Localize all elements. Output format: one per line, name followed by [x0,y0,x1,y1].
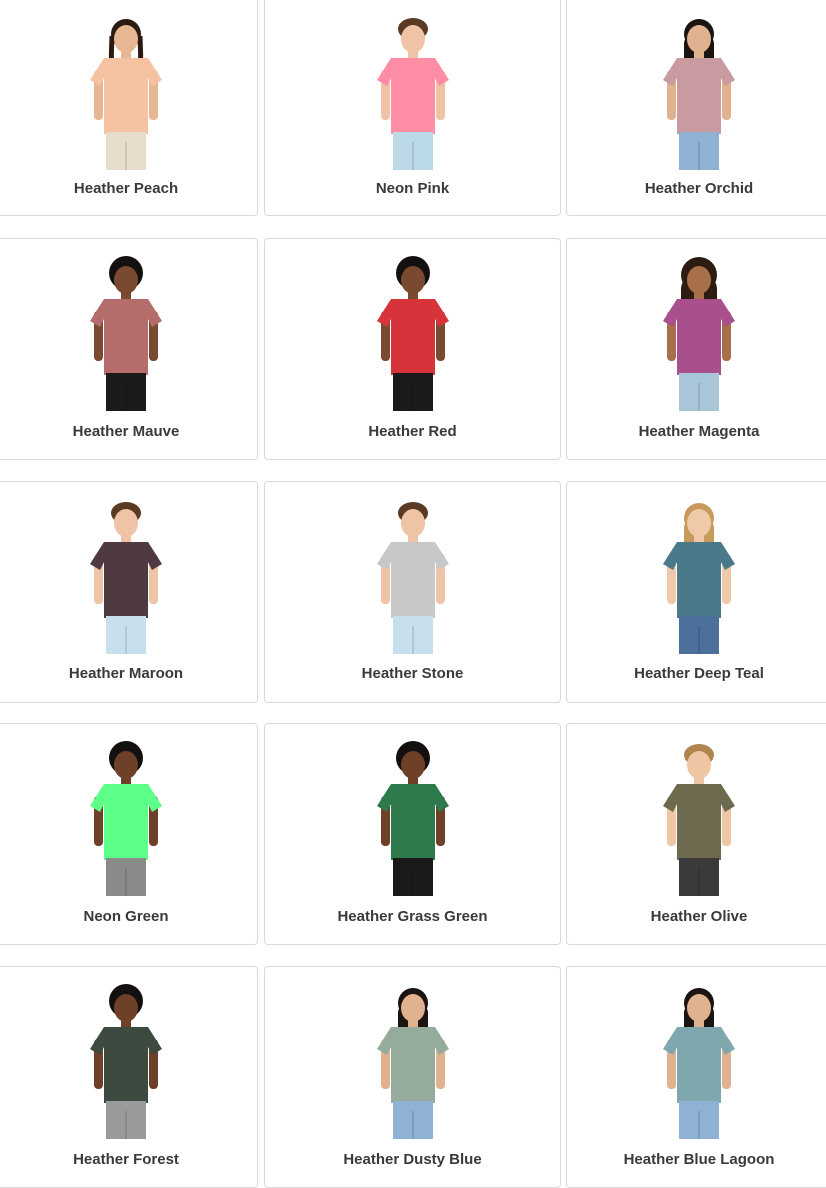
swatch-card[interactable]: Heather Orchid [566,0,826,216]
model-photo [376,741,449,896]
swatch-label: Heather Stone [361,665,464,682]
model-photo [663,988,735,1139]
swatch-card[interactable]: Heather Maroon [0,481,258,703]
swatch-label: Heather Dusty Blue [343,1151,482,1168]
swatch-card[interactable]: Heather Grass Green [264,723,561,945]
color-swatch-grid: Heather Peach Neon Pink Heather Orchid H… [0,0,826,1188]
swatch-card[interactable]: Heather Blue Lagoon [566,966,826,1188]
swatch-label: Heather Mauve [72,423,180,440]
swatch-card[interactable]: Neon Green [0,723,258,945]
swatch-label: Neon Pink [375,180,450,197]
swatch-card[interactable]: Heather Dusty Blue [264,966,561,1188]
model-photo [376,988,449,1139]
model-photo [90,984,162,1139]
swatch-card[interactable]: Heather Red [264,238,561,460]
swatch-card[interactable]: Heather Deep Teal [566,481,826,703]
model-photo [663,744,735,896]
model-photo [90,741,162,896]
swatch-label: Heather Peach [73,180,179,197]
swatch-label: Heather Magenta [638,423,760,440]
model-photo [663,257,735,411]
swatch-label: Neon Green [83,908,169,925]
model-photo [376,18,449,170]
swatch-card[interactable]: Heather Olive [566,723,826,945]
swatch-label: Heather Deep Teal [634,665,764,682]
model-photo [90,256,162,411]
model-photo [90,19,162,170]
swatch-label: Heather Orchid [644,180,754,197]
swatch-label: Heather Grass Green [337,908,488,925]
model-photo [90,502,162,654]
model-photo [663,503,735,654]
swatch-label: Heather Blue Lagoon [623,1151,775,1168]
swatch-card[interactable]: Heather Peach [0,0,258,216]
swatch-label: Heather Olive [650,908,748,925]
model-photo [663,19,735,170]
swatch-label: Heather Maroon [68,665,184,682]
model-photo [376,502,449,654]
model-photo [376,256,449,411]
swatch-card[interactable]: Neon Pink [264,0,561,216]
swatch-card[interactable]: Heather Forest [0,966,258,1188]
swatch-label: Heather Forest [73,1151,179,1168]
swatch-label: Heather Red [368,423,457,440]
swatch-card[interactable]: Heather Magenta [566,238,826,460]
swatch-card[interactable]: Heather Stone [264,481,561,703]
swatch-card[interactable]: Heather Mauve [0,238,258,460]
